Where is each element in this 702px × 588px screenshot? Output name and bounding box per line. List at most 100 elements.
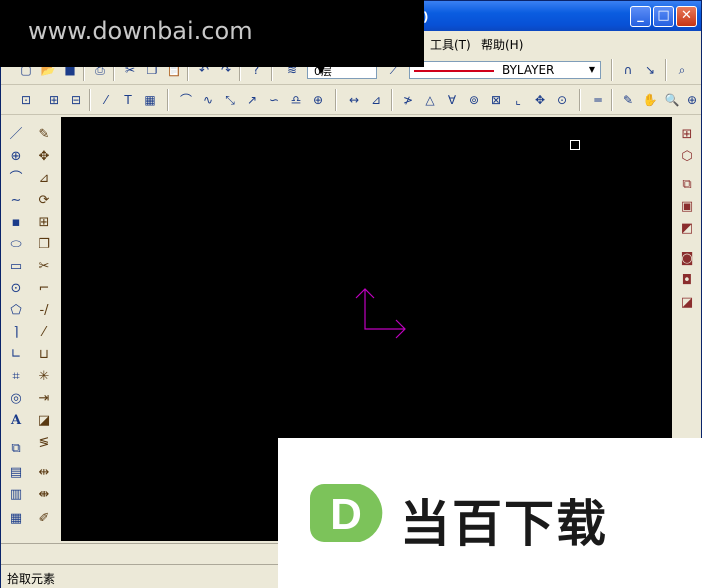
- pencil-icon[interactable]: ═: [589, 91, 607, 109]
- toolbar-separator: [335, 89, 337, 111]
- leader-icon[interactable]: ⊿: [367, 91, 385, 109]
- draw-toolbar: ／ ⊕ ⌒ ∼ ▪ ⬭ ▭ ⊙ ⬠ ⌉ ∟ ⌗ ◎ A ⧉ ▤ ▥ ▦: [3, 117, 29, 537]
- extend-icon[interactable]: ↗: [243, 91, 261, 109]
- grid-icon[interactable]: ⊞: [45, 91, 63, 109]
- tolerance-icon[interactable]: ⊠: [487, 91, 505, 109]
- toolbar-separator: [611, 59, 613, 81]
- arc-icon[interactable]: ⌒: [177, 91, 195, 109]
- break-icon[interactable]: -/: [34, 301, 54, 321]
- ordinate-icon[interactable]: ⊚: [465, 91, 483, 109]
- text-icon[interactable]: A: [6, 411, 26, 431]
- zoom-icon[interactable]: ⊙: [553, 91, 571, 109]
- properties-icon[interactable]: ⊞: [677, 125, 697, 145]
- snap-icon[interactable]: ⊡: [17, 91, 35, 109]
- spline-icon[interactable]: ∿: [199, 91, 217, 109]
- point-icon[interactable]: ⊙: [6, 279, 26, 299]
- break-icon[interactable]: ∽: [265, 91, 283, 109]
- minimize-button[interactable]: _: [630, 6, 651, 27]
- menu-tools[interactable]: 工具(T): [430, 36, 471, 53]
- angular-icon[interactable]: ↔: [345, 91, 363, 109]
- design-center-icon[interactable]: ◪: [677, 293, 697, 313]
- rotate-icon[interactable]: ⟳: [34, 191, 54, 211]
- block-icon[interactable]: ▭: [6, 257, 26, 277]
- mirror-icon[interactable]: ⊿: [34, 169, 54, 189]
- offset-icon[interactable]: ≶: [34, 433, 54, 453]
- brand-text: 当百下载: [400, 495, 608, 553]
- circle-icon[interactable]: ⊕: [6, 147, 26, 167]
- status-text: 拾取元素: [7, 572, 56, 586]
- toolbar-separator: [167, 89, 169, 111]
- pencil-icon[interactable]: ✎: [619, 91, 637, 109]
- match-icon[interactable]: ⇼: [34, 485, 54, 505]
- chamfer-icon[interactable]: ♎: [287, 91, 305, 109]
- spline-icon[interactable]: ∼: [6, 191, 26, 211]
- insert-icon[interactable]: ⧉: [6, 439, 26, 459]
- polyline-icon[interactable]: ⌉: [6, 323, 26, 343]
- render-icon[interactable]: ◘: [677, 271, 697, 291]
- toolbar-separator: [391, 89, 393, 111]
- watermark-url: www.downbai.com: [28, 17, 253, 45]
- toolbar-separator: [579, 89, 581, 111]
- rectangle-icon[interactable]: ▪: [6, 213, 26, 233]
- measure-icon[interactable]: ⌞: [509, 91, 527, 109]
- scale-icon[interactable]: ⇥: [34, 389, 54, 409]
- osnap-icon[interactable]: ⁄: [97, 91, 115, 109]
- zoom-extents-icon[interactable]: ⊕: [683, 91, 701, 109]
- center-icon[interactable]: ∀: [443, 91, 461, 109]
- region-icon[interactable]: ◎: [6, 389, 26, 409]
- fillet-icon[interactable]: ⌐: [34, 279, 54, 299]
- watermark-banner: www.downbai.com: [0, 0, 424, 67]
- watermark-logo-panel: D 当百下载: [278, 438, 702, 588]
- ellipse-icon[interactable]: ⬭: [6, 235, 26, 255]
- join-icon[interactable]: ⇹: [34, 463, 54, 483]
- u-icon[interactable]: ∩: [619, 61, 637, 79]
- extend-icon[interactable]: ⁄: [34, 323, 54, 343]
- arc-icon[interactable]: ⌒: [6, 169, 26, 189]
- camera-icon[interactable]: ◙: [677, 249, 697, 269]
- brand-logo-letter: D: [330, 490, 362, 539]
- zoom-icon[interactable]: 🔍: [663, 91, 681, 109]
- ray-icon[interactable]: ∟: [6, 345, 26, 365]
- xref-icon[interactable]: ◩: [677, 219, 697, 239]
- close-button[interactable]: ✕: [676, 6, 697, 27]
- radius-icon[interactable]: ≯: [399, 91, 417, 109]
- attribute-icon[interactable]: ▥: [6, 485, 26, 505]
- view-3d-icon[interactable]: ⬡: [677, 147, 697, 167]
- diameter-icon[interactable]: △: [421, 91, 439, 109]
- linetype-value: BYLAYER: [502, 63, 555, 77]
- linetype-swatch: [414, 70, 494, 72]
- stretch-icon[interactable]: ⊔: [34, 345, 54, 365]
- table-icon[interactable]: ▤: [6, 463, 26, 483]
- trim-icon[interactable]: ✂: [34, 257, 54, 277]
- lengthen-icon[interactable]: ◪: [34, 411, 54, 431]
- hatch-icon[interactable]: ⌗: [6, 367, 26, 387]
- menu-help[interactable]: 帮助(H): [481, 36, 523, 53]
- ortho-icon[interactable]: ⊟: [67, 91, 85, 109]
- explode-icon[interactable]: ✳: [34, 367, 54, 387]
- copy-icon[interactable]: ❐: [34, 235, 54, 255]
- ucs-icon: [355, 288, 406, 339]
- trim-icon[interactable]: ⤡: [221, 91, 239, 109]
- layer-icon[interactable]: ⧉: [677, 175, 697, 195]
- dimension-icon[interactable]: ⊕: [309, 91, 327, 109]
- brand-logo: D: [310, 484, 383, 542]
- draw-options-toolbar: ⊡ ⊞ ⊟ ⁄ T ▦ ⌒ ∿ ⤡ ↗ ∽ ♎ ⊕ ↔ ⊿ ≯ △ ∀ ⊚ ⊠ …: [1, 85, 701, 115]
- block-editor-icon[interactable]: ▦: [6, 509, 26, 529]
- move-icon[interactable]: ✥: [34, 147, 54, 167]
- pan-icon[interactable]: ✥: [531, 91, 549, 109]
- block-editor-icon[interactable]: ▣: [677, 197, 697, 217]
- array-icon[interactable]: ⊞: [34, 213, 54, 233]
- pan-icon[interactable]: ✋: [641, 91, 659, 109]
- line-icon[interactable]: ／: [6, 125, 26, 145]
- toolbar-separator: [89, 89, 91, 111]
- zoom-window-icon[interactable]: ⌕: [673, 61, 691, 79]
- erase-icon[interactable]: ✎: [34, 125, 54, 145]
- maximize-button[interactable]: □: [653, 6, 674, 27]
- hatch-icon[interactable]: ▦: [141, 91, 159, 109]
- toolbar-separator: [611, 89, 613, 111]
- linetype-dropdown[interactable]: BYLAYER ▼: [409, 61, 601, 79]
- text-icon[interactable]: T: [119, 91, 137, 109]
- edit-icon[interactable]: ✐: [34, 509, 54, 529]
- pick-icon[interactable]: ↘: [641, 61, 659, 79]
- polygon-icon[interactable]: ⬠: [6, 301, 26, 321]
